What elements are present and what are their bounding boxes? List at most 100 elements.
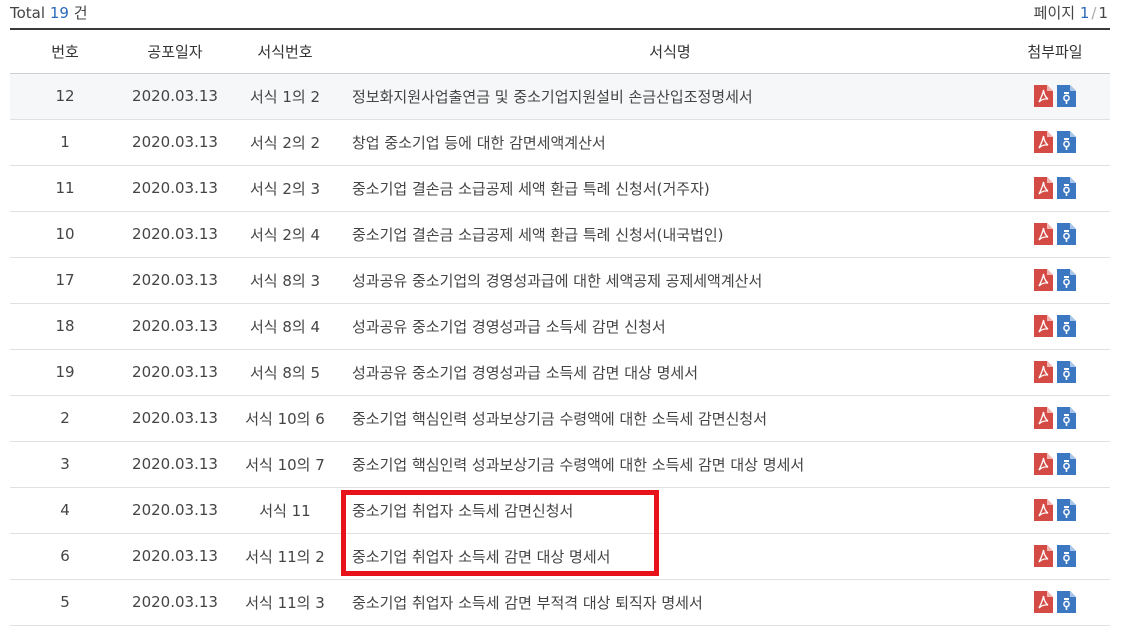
cell-form-no: 서식 10의 7 — [245, 455, 325, 474]
hwp-document-icon[interactable] — [1057, 131, 1076, 153]
header-form-no: 서식번호 — [257, 42, 313, 61]
cell-no: 17 — [55, 271, 75, 289]
form-title-link[interactable]: 정보화지원사업출연금 및 중소기업지원설비 손금산입조정명세서 — [340, 73, 1000, 119]
page-total: 1 — [1098, 4, 1108, 22]
cell-no: 10 — [55, 225, 75, 243]
cell-form-no: 서식 11의 3 — [245, 593, 325, 612]
hwp-document-icon[interactable] — [1057, 223, 1076, 245]
cell-date: 2020.03.13 — [132, 225, 218, 243]
forms-table: 번호 공포일자 서식번호 서식명 첨부파일 12 2020.03.13 서식 1의 … — [10, 28, 1110, 626]
header-form-name: 서식명 — [649, 42, 691, 61]
pdf-icon[interactable] — [1034, 499, 1053, 521]
header-attach: 첨부파일 — [1027, 42, 1083, 61]
cell-no: 5 — [60, 593, 70, 611]
cell-form-no: 서식 8의 3 — [249, 271, 321, 290]
table-row: 18 2020.03.13 서식 8의 4 성과공유 중소기업 경영성과급 소득세 감… — [10, 303, 1110, 349]
hwp-document-icon[interactable] — [1057, 591, 1076, 613]
page-indicator: 페이지 1/1 — [1034, 2, 1108, 23]
table-row: 12 2020.03.13 서식 1의 2 정보화지원사업출연금 및 중소기업지원설비… — [10, 73, 1110, 119]
cell-no: 1 — [60, 133, 70, 151]
pdf-icon[interactable] — [1034, 131, 1053, 153]
page-label: 페이지 — [1033, 4, 1076, 22]
pdf-icon[interactable] — [1034, 545, 1053, 567]
cell-date: 2020.03.13 — [132, 409, 218, 427]
cell-date: 2020.03.13 — [132, 179, 218, 197]
table-row: 11 2020.03.13 서식 2의 3 중소기업 결손금 소급공제 세액 환급 특… — [10, 165, 1110, 211]
table-row: 1 2020.03.13 서식 2의 2 창업 중소기업 등에 대한 감면세액계산서 — [10, 119, 1110, 165]
table-header-row: 번호 공포일자 서식번호 서식명 첨부파일 — [10, 29, 1110, 73]
table-row: 6 2020.03.13 서식 11의 2 중소기업 취업자 소득세 감면 대상 명세… — [10, 533, 1110, 579]
form-title-link[interactable]: 중소기업 취업자 소득세 감면신청서 — [340, 487, 1000, 533]
table-row: 10 2020.03.13 서식 2의 4 중소기업 결손금 소급공제 세액 환급 특… — [10, 211, 1110, 257]
form-title-link[interactable]: 성과공유 중소기업 경영성과급 소득세 감면 신청서 — [340, 303, 1000, 349]
cell-attachments — [1000, 73, 1110, 119]
cell-form-no: 서식 2의 2 — [249, 133, 321, 152]
cell-date: 2020.03.13 — [132, 593, 218, 611]
cell-no: 2 — [60, 409, 70, 427]
hwp-document-icon[interactable] — [1057, 85, 1076, 107]
cell-attachments — [1000, 487, 1110, 533]
cell-attachments — [1000, 303, 1110, 349]
cell-date: 2020.03.13 — [132, 133, 218, 151]
cell-form-no: 서식 2의 3 — [249, 179, 321, 198]
pdf-icon[interactable] — [1034, 407, 1053, 429]
cell-no: 19 — [55, 363, 75, 381]
pdf-icon[interactable] — [1034, 223, 1053, 245]
cell-date: 2020.03.13 — [132, 271, 218, 289]
pdf-icon[interactable] — [1034, 315, 1053, 337]
cell-attachments — [1000, 441, 1110, 487]
header-date: 공포일자 — [147, 42, 203, 61]
cell-no: 12 — [55, 87, 75, 105]
cell-attachments — [1000, 257, 1110, 303]
form-title-link[interactable]: 중소기업 취업자 소득세 감면 대상 명세서 — [340, 533, 1000, 579]
list-summary-bar: Total 19 건 페이지 1/1 — [0, 0, 1124, 26]
total-label: Total — [10, 4, 46, 22]
cell-attachments — [1000, 119, 1110, 165]
cell-no: 6 — [60, 547, 70, 565]
pdf-icon[interactable] — [1034, 269, 1053, 291]
cell-attachments — [1000, 579, 1110, 625]
cell-attachments — [1000, 533, 1110, 579]
page-separator: / — [1091, 4, 1097, 22]
pdf-icon[interactable] — [1034, 453, 1053, 475]
hwp-document-icon[interactable] — [1057, 545, 1076, 567]
hwp-document-icon[interactable] — [1057, 453, 1076, 475]
total-number: 19 — [49, 4, 69, 22]
hwp-document-icon[interactable] — [1057, 407, 1076, 429]
cell-date: 2020.03.13 — [132, 501, 218, 519]
hwp-document-icon[interactable] — [1057, 499, 1076, 521]
table-row: 17 2020.03.13 서식 8의 3 성과공유 중소기업의 경영성과급에 대한 … — [10, 257, 1110, 303]
cell-date: 2020.03.13 — [132, 547, 218, 565]
pdf-icon[interactable] — [1034, 361, 1053, 383]
form-title-link[interactable]: 성과공유 중소기업의 경영성과급에 대한 세액공제 공제세액계산서 — [340, 257, 1000, 303]
table-row: 2 2020.03.13 서식 10의 6 중소기업 핵심인력 성과보상기금 수령액에… — [10, 395, 1110, 441]
hwp-document-icon[interactable] — [1057, 177, 1076, 199]
cell-form-no: 서식 8의 5 — [249, 363, 321, 382]
form-title-link[interactable]: 중소기업 취업자 소득세 감면 부적격 대상 퇴직자 명세서 — [340, 579, 1000, 625]
cell-form-no: 서식 2의 4 — [249, 225, 321, 244]
cell-attachments — [1000, 165, 1110, 211]
cell-no: 3 — [60, 455, 70, 473]
cell-attachments — [1000, 349, 1110, 395]
table-row: 3 2020.03.13 서식 10의 7 중소기업 핵심인력 성과보상기금 수령액에… — [10, 441, 1110, 487]
form-title-link[interactable]: 중소기업 결손금 소급공제 세액 환급 특례 신청서(내국법인) — [340, 211, 1000, 257]
total-unit: 건 — [73, 4, 88, 22]
form-title-link[interactable]: 창업 중소기업 등에 대한 감면세액계산서 — [340, 119, 1000, 165]
pdf-icon[interactable] — [1034, 177, 1053, 199]
hwp-document-icon[interactable] — [1057, 361, 1076, 383]
hwp-document-icon[interactable] — [1057, 269, 1076, 291]
table-row: 5 2020.03.13 서식 11의 3 중소기업 취업자 소득세 감면 부적격 대… — [10, 579, 1110, 625]
pdf-icon[interactable] — [1034, 591, 1053, 613]
form-title-link[interactable]: 중소기업 핵심인력 성과보상기금 수령액에 대한 소득세 감면 대상 명세서 — [340, 441, 1000, 487]
total-count: Total 19 건 — [10, 2, 88, 23]
cell-attachments — [1000, 395, 1110, 441]
cell-date: 2020.03.13 — [132, 363, 218, 381]
form-title-link[interactable]: 성과공유 중소기업 경영성과급 소득세 감면 대상 명세서 — [340, 349, 1000, 395]
cell-form-no: 서식 11 — [259, 501, 311, 520]
page-current: 1 — [1079, 4, 1090, 22]
cell-form-no: 서식 1의 2 — [249, 87, 321, 106]
form-title-link[interactable]: 중소기업 핵심인력 성과보상기금 수령액에 대한 소득세 감면신청서 — [340, 395, 1000, 441]
form-title-link[interactable]: 중소기업 결손금 소급공제 세액 환급 특례 신청서(거주자) — [340, 165, 1000, 211]
hwp-document-icon[interactable] — [1057, 315, 1076, 337]
pdf-icon[interactable] — [1034, 85, 1053, 107]
